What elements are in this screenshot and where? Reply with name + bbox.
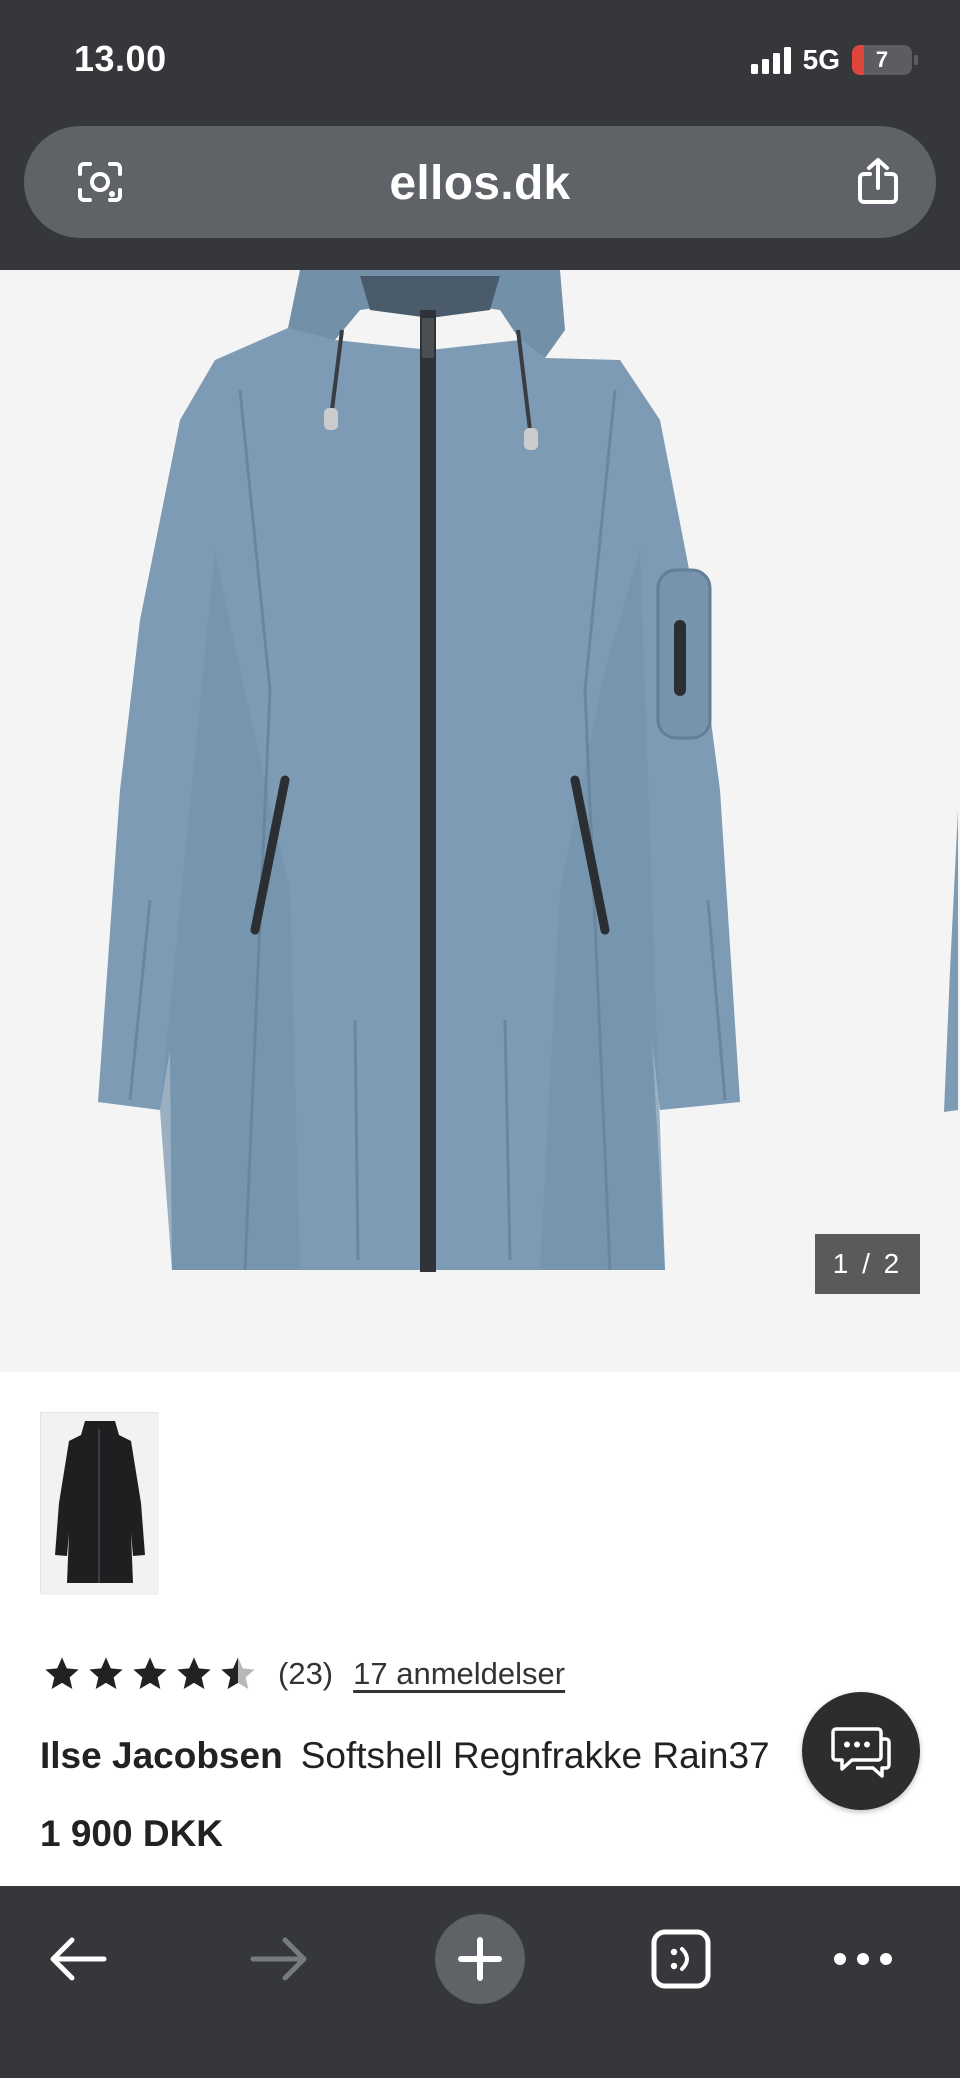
- reviews-link[interactable]: 17 anmeldelser: [353, 1656, 565, 1692]
- star-full-icon: [89, 1657, 123, 1689]
- back-button[interactable]: [33, 1914, 123, 2004]
- more-icon: [834, 1953, 892, 1965]
- browser-top-chrome: 13.00 5G 7 ellos.dk: [0, 0, 960, 270]
- star-rating: [42, 1654, 258, 1694]
- image-counter: 1 / 2: [815, 1234, 920, 1294]
- product-image: [0, 270, 960, 1372]
- url-text[interactable]: ellos.dk: [24, 156, 936, 211]
- color-variant-thumbnail[interactable]: [40, 1412, 159, 1595]
- status-indicators: 5G 7: [750, 44, 918, 76]
- battery-icon: 7: [852, 45, 918, 75]
- star-full-icon: [177, 1657, 211, 1689]
- network-label: 5G: [802, 44, 840, 75]
- more-button[interactable]: [818, 1914, 908, 2004]
- back-arrow-icon: [50, 1937, 107, 1981]
- forward-button[interactable]: [234, 1914, 324, 2004]
- status-time: 13.00: [74, 38, 167, 79]
- product-name: Softshell Regnfrakke Rain37: [300, 1735, 770, 1776]
- tabs-icon: [651, 1929, 711, 1989]
- signal-icon: [750, 46, 791, 74]
- star-full-icon: [133, 1657, 167, 1689]
- chat-icon: [831, 1727, 891, 1778]
- star-full-icon: [45, 1657, 79, 1689]
- forward-arrow-icon: [250, 1937, 307, 1981]
- new-tab-button[interactable]: [435, 1914, 525, 2004]
- product-price: 1 900 DKK: [40, 1813, 224, 1854]
- star-half-icon: [221, 1657, 255, 1689]
- product-image-gallery[interactable]: [0, 270, 960, 1372]
- rating-count: (23): [278, 1656, 334, 1691]
- plus-icon: [458, 1937, 502, 1981]
- product-brand[interactable]: Ilse Jacobsen: [40, 1735, 283, 1776]
- browser-bottom-toolbar: [0, 1886, 960, 2078]
- tabs-button[interactable]: [636, 1914, 726, 2004]
- address-bar[interactable]: ellos.dk: [24, 126, 936, 238]
- share-icon[interactable]: [854, 156, 902, 206]
- rating-row: (23) 17 anmeldelser: [42, 1654, 565, 1694]
- black-jacket-thumbnail-image: [41, 1413, 159, 1595]
- battery-level: 7: [875, 47, 889, 72]
- product-title: Ilse Jacobsen Softshell Regnfrakke Rain37: [40, 1735, 770, 1777]
- chat-button[interactable]: [802, 1692, 920, 1810]
